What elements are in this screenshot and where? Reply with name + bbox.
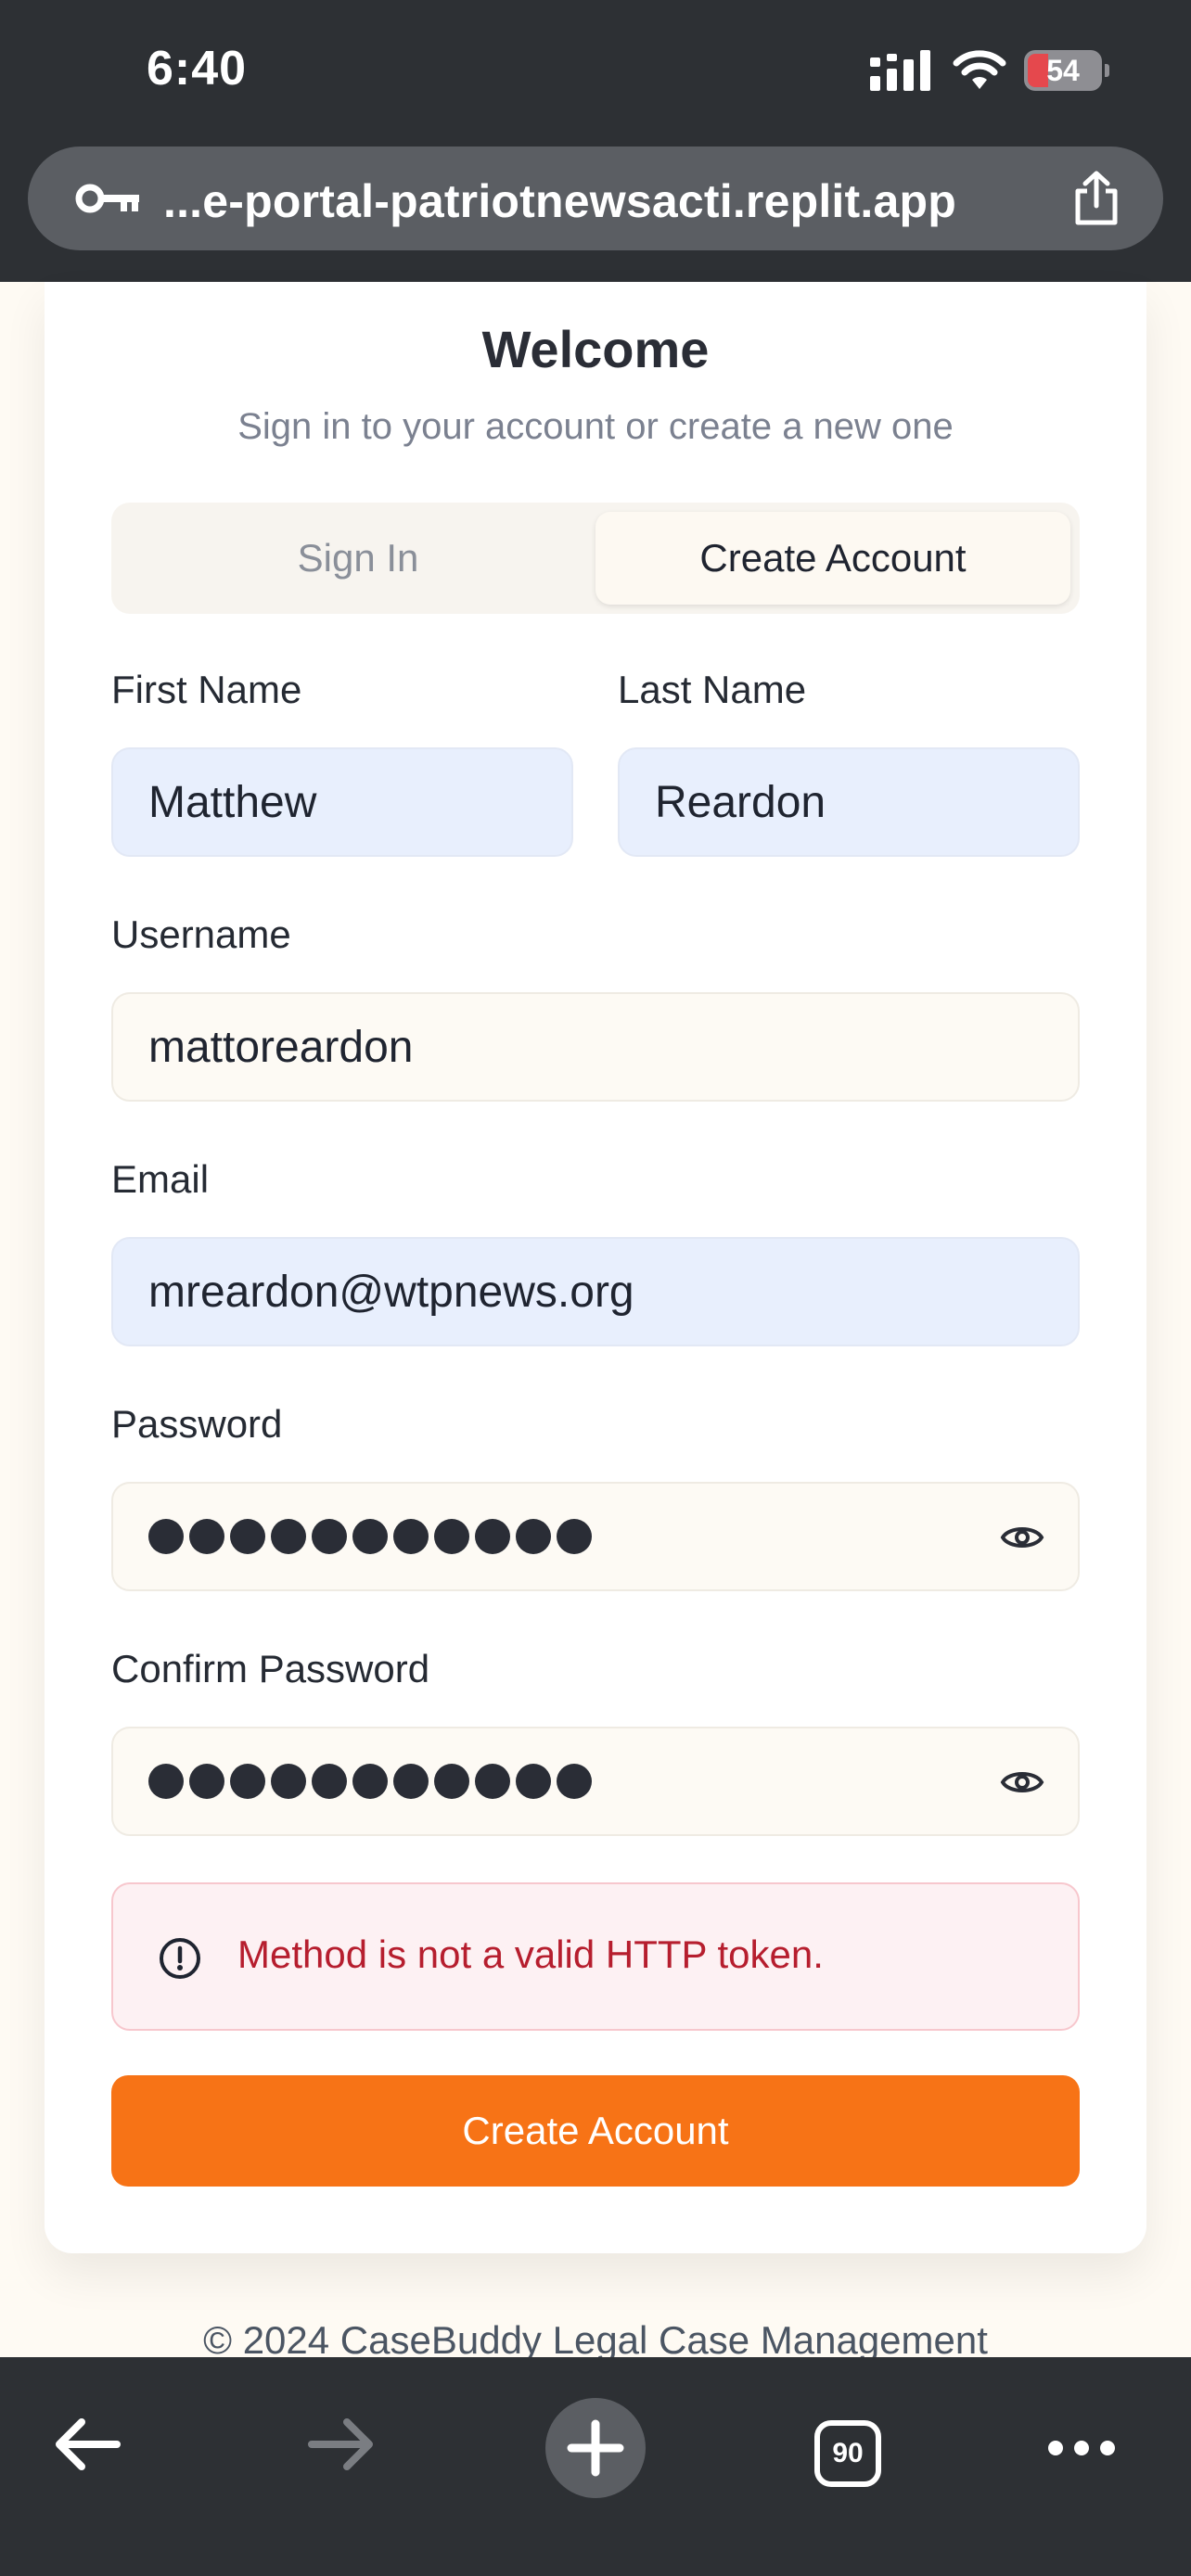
password-label: Password (111, 1402, 283, 1446)
mask-dot (312, 1764, 347, 1799)
share-icon[interactable] (1070, 171, 1122, 226)
battery-level: 54 (1046, 53, 1080, 87)
mask-dot (557, 1764, 592, 1799)
first-name-value: Matthew (148, 777, 317, 827)
mask-dot (393, 1519, 429, 1554)
email-value: mreardon@wtpnews.org (148, 1267, 634, 1317)
password-mask (148, 1519, 592, 1554)
forward-arrow-icon[interactable] (306, 2415, 377, 2474)
last-name-value: Reardon (655, 777, 826, 827)
auth-tabs: Sign In Create Account (111, 503, 1080, 614)
status-time: 6:40 (147, 42, 248, 96)
mask-dot (434, 1519, 469, 1554)
mask-dot (189, 1764, 224, 1799)
tabs-icon[interactable]: 90 (814, 2420, 881, 2487)
last-name-label: Last Name (618, 668, 807, 711)
password-field[interactable] (111, 1482, 1080, 1591)
footer-copyright: © 2024 CaseBuddy Legal Case Management (203, 2318, 988, 2362)
email-field[interactable]: mreardon@wtpnews.org (111, 1237, 1080, 1346)
first-name-field[interactable]: Matthew (111, 747, 573, 857)
username-value: mattoreardon (148, 1022, 414, 1072)
mask-dot (148, 1519, 184, 1554)
signal-icon (870, 50, 930, 91)
last-name-field[interactable]: Reardon (618, 747, 1080, 857)
tab-create-account[interactable]: Create Account (596, 512, 1070, 605)
eye-icon[interactable] (1000, 1766, 1044, 1799)
new-tab-button[interactable] (545, 2398, 646, 2498)
error-alert: Method is not a valid HTTP token. (111, 1882, 1080, 2031)
confirm-password-field[interactable] (111, 1727, 1080, 1836)
create-account-button[interactable]: Create Account (111, 2075, 1080, 2187)
url-text[interactable]: ...e-portal-patriotnewsacti.replit.app (163, 174, 956, 228)
browser-toolbar: 90 (0, 2357, 1191, 2576)
back-arrow-icon[interactable] (52, 2415, 122, 2474)
mask-dot (516, 1519, 551, 1554)
page-subtitle: Sign in to your account or create a new … (237, 406, 954, 447)
status-icons: 54 (870, 48, 1109, 93)
mask-dot (352, 1519, 388, 1554)
mask-dot (189, 1519, 224, 1554)
page-title: Welcome (481, 320, 710, 378)
confirm-password-mask (148, 1764, 592, 1799)
mask-dot (393, 1764, 429, 1799)
mask-dot (475, 1519, 510, 1554)
mask-dot (557, 1519, 592, 1554)
first-name-label: First Name (111, 668, 302, 711)
eye-icon[interactable] (1000, 1521, 1044, 1554)
username-field[interactable]: mattoreardon (111, 992, 1080, 1102)
mask-dot (271, 1519, 306, 1554)
browser-url-area: ...e-portal-patriotnewsacti.replit.app (0, 130, 1191, 282)
battery-icon: 54 (1024, 50, 1109, 91)
username-label: Username (111, 912, 291, 956)
email-label: Email (111, 1157, 210, 1201)
confirm-password-label: Confirm Password (111, 1647, 430, 1690)
mask-dot (271, 1764, 306, 1799)
tab-sign-in[interactable]: Sign In (121, 512, 596, 605)
more-icon[interactable] (1046, 2439, 1117, 2457)
tab-count: 90 (832, 2438, 864, 2468)
alert-circle-icon (160, 1938, 200, 1979)
mask-dot (352, 1764, 388, 1799)
url-bar[interactable]: ...e-portal-patriotnewsacti.replit.app (28, 147, 1163, 250)
mask-dot (475, 1764, 510, 1799)
mask-dot (516, 1764, 551, 1799)
error-message: Method is not a valid HTTP token. (237, 1932, 824, 1976)
key-icon[interactable] (74, 182, 141, 215)
mask-dot (312, 1519, 347, 1554)
wifi-icon (953, 50, 1006, 89)
plus-icon (567, 2419, 624, 2477)
mask-dot (434, 1764, 469, 1799)
mask-dot (230, 1519, 265, 1554)
mask-dot (148, 1764, 184, 1799)
status-bar: 6:40 54 (0, 0, 1191, 130)
auth-card: Welcome Sign in to your account or creat… (45, 282, 1146, 2253)
mask-dot (230, 1764, 265, 1799)
